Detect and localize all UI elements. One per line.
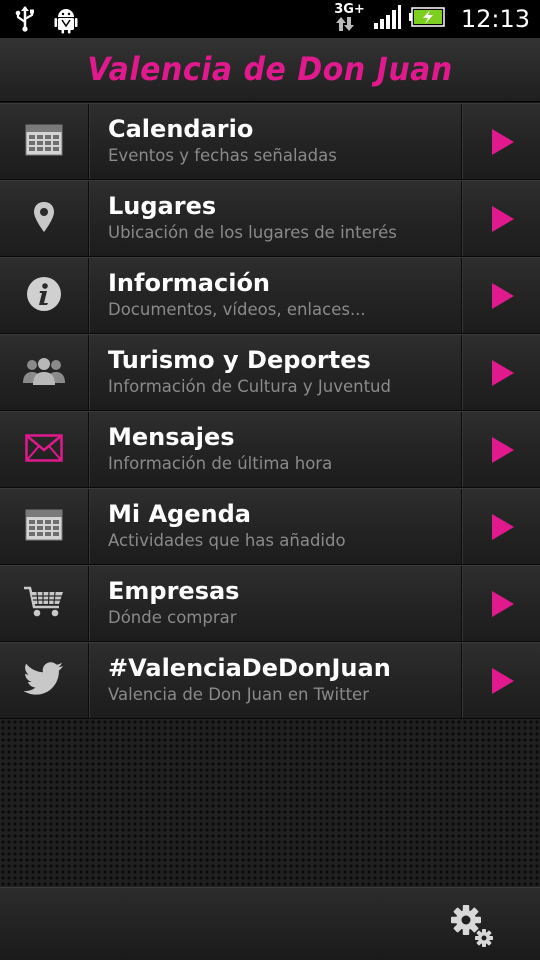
envelope-icon xyxy=(25,433,63,466)
menu-item-subtitle: Actividades que has añadido xyxy=(108,531,346,550)
status-bar: 3G+ 12:13 xyxy=(0,0,540,38)
people-icon xyxy=(22,356,66,390)
android-debug-icon xyxy=(54,6,78,38)
menu-text: Mensajes Información de última hora xyxy=(108,422,450,476)
menu-text: Información Documentos, vídeos, enlaces.… xyxy=(108,268,450,322)
menu-text: Calendario Eventos y fechas señaladas xyxy=(108,114,450,168)
menu-item-subtitle: Documentos, vídeos, enlaces... xyxy=(108,300,366,319)
menu-item-title: Lugares xyxy=(108,192,217,220)
network-indicator: 3G+ xyxy=(334,3,365,36)
menu-icon-cell xyxy=(0,643,89,718)
twitter-bird-icon xyxy=(23,661,64,700)
app-title: Valencia de Don Juan xyxy=(87,50,453,89)
menu-item-twitter[interactable]: #ValenciaDeDonJuan Valencia de Don Juan … xyxy=(0,642,540,719)
menu-text: #ValenciaDeDonJuan Valencia de Don Juan … xyxy=(108,653,450,707)
play-arrow-icon xyxy=(492,667,514,694)
play-arrow-icon xyxy=(492,128,514,155)
menu-item-title: Calendario xyxy=(108,115,254,143)
menu-icon-cell xyxy=(0,412,89,487)
menu-item-subtitle: Información de última hora xyxy=(108,454,333,473)
play-arrow-icon xyxy=(492,359,514,386)
menu-item-title: Empresas xyxy=(108,577,240,605)
menu-item-title: Turismo y Deportes xyxy=(108,346,371,374)
menu-item-subtitle: Valencia de Don Juan en Twitter xyxy=(108,685,369,704)
menu-text: Turismo y Deportes Información de Cultur… xyxy=(108,345,450,399)
open-arrow-button[interactable] xyxy=(461,104,540,179)
info-icon xyxy=(26,276,62,316)
open-arrow-button[interactable] xyxy=(461,335,540,410)
menu-icon-cell xyxy=(0,566,89,641)
menu-icon-cell xyxy=(0,335,89,410)
background-texture xyxy=(0,719,540,887)
menu-icon-cell xyxy=(0,181,89,256)
menu-icon-cell xyxy=(0,489,89,564)
menu-item-subtitle: Dónde comprar xyxy=(108,608,237,627)
open-arrow-button[interactable] xyxy=(461,489,540,564)
menu-item-title: Información xyxy=(108,269,271,297)
menu-item-title: Mensajes xyxy=(108,423,235,451)
menu-item-informacion[interactable]: Información Documentos, vídeos, enlaces.… xyxy=(0,257,540,334)
open-arrow-button[interactable] xyxy=(461,643,540,718)
calendar-icon xyxy=(25,124,63,160)
play-arrow-icon xyxy=(492,513,514,540)
settings-button[interactable] xyxy=(448,902,496,950)
menu-item-calendario[interactable]: Calendario Eventos y fechas señaladas xyxy=(0,103,540,180)
menu-item-turismo-deportes[interactable]: Turismo y Deportes Información de Cultur… xyxy=(0,334,540,411)
menu-item-subtitle: Ubicación de los lugares de interés xyxy=(108,223,397,242)
menu-item-lugares[interactable]: Lugares Ubicación de los lugares de inte… xyxy=(0,180,540,257)
menu-item-title: Mi Agenda xyxy=(108,500,251,528)
menu-text: Lugares Ubicación de los lugares de inte… xyxy=(108,191,450,245)
open-arrow-button[interactable] xyxy=(461,566,540,641)
play-arrow-icon xyxy=(492,205,514,232)
menu-item-subtitle: Eventos y fechas señaladas xyxy=(108,146,337,165)
main-menu: Calendario Eventos y fechas señaladas Lu… xyxy=(0,103,540,719)
bottom-toolbar xyxy=(0,887,540,960)
menu-icon-cell xyxy=(0,258,89,333)
open-arrow-button[interactable] xyxy=(461,412,540,487)
open-arrow-button[interactable] xyxy=(461,181,540,256)
open-arrow-button[interactable] xyxy=(461,258,540,333)
play-arrow-icon xyxy=(492,436,514,463)
data-arrows-icon xyxy=(336,16,355,31)
play-arrow-icon xyxy=(492,282,514,309)
clock: 12:13 xyxy=(460,5,530,33)
battery-charging-icon xyxy=(408,7,445,31)
usb-icon xyxy=(14,6,36,38)
menu-text: Empresas Dónde comprar xyxy=(108,576,450,630)
location-pin-icon xyxy=(32,201,56,237)
signal-icon xyxy=(373,5,401,33)
menu-text: Mi Agenda Actividades que has añadido xyxy=(108,499,450,553)
menu-item-title: #ValenciaDeDonJuan xyxy=(108,654,391,682)
settings-gears-icon xyxy=(451,905,493,947)
shopping-cart-icon xyxy=(23,585,65,623)
menu-item-subtitle: Información de Cultura y Juventud xyxy=(108,377,391,396)
play-arrow-icon xyxy=(492,590,514,617)
menu-icon-cell xyxy=(0,104,89,179)
menu-item-empresas[interactable]: Empresas Dónde comprar xyxy=(0,565,540,642)
network-type-label: 3G+ xyxy=(334,1,365,17)
app-header: Valencia de Don Juan xyxy=(0,38,540,102)
calendar-icon xyxy=(25,509,63,545)
menu-item-mi-agenda[interactable]: Mi Agenda Actividades que has añadido xyxy=(0,488,540,565)
menu-item-mensajes[interactable]: Mensajes Información de última hora xyxy=(0,411,540,488)
